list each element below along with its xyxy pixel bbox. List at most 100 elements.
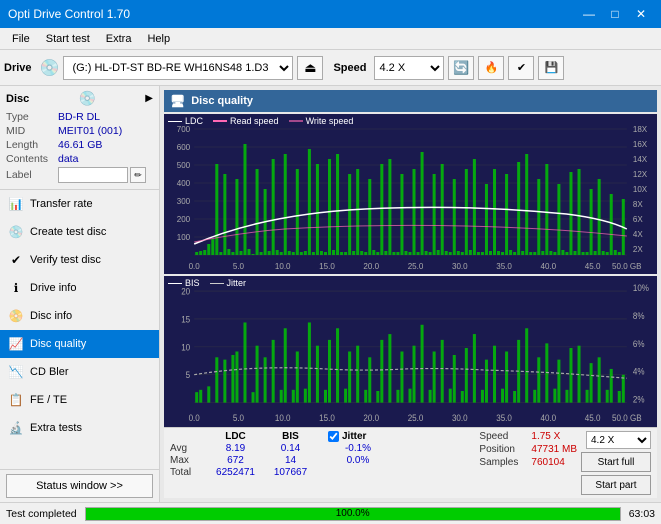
- jitter-header: Jitter: [342, 431, 366, 442]
- speed-select-stats[interactable]: 4.2 X: [586, 431, 651, 449]
- chart2-svg: 20 15 10 5 10% 8% 6% 4% 2% 0.0 5.0 10.0 …: [164, 276, 657, 427]
- svg-text:16X: 16X: [633, 140, 648, 149]
- status-bar: Test completed 100.0% 63:03: [0, 502, 661, 524]
- svg-text:6%: 6%: [633, 338, 645, 349]
- svg-text:12X: 12X: [633, 170, 648, 179]
- start-part-button[interactable]: Start part: [581, 475, 651, 495]
- svg-text:40.0: 40.0: [541, 413, 557, 424]
- disc-info-icon: 📀: [8, 308, 24, 324]
- chart-bis: BIS Jitter 20 15: [164, 276, 657, 427]
- progress-bar-container: 100.0%: [85, 507, 621, 521]
- nav-item-disc-quality[interactable]: 📈 Disc quality: [0, 330, 159, 358]
- avg-label: Avg: [170, 443, 208, 454]
- svg-text:15.0: 15.0: [319, 413, 335, 424]
- drive-info-icon: ℹ: [8, 280, 24, 296]
- nav-item-cd-bler[interactable]: 📉 CD Bler: [0, 358, 159, 386]
- position-value: 47731 MB: [531, 444, 577, 455]
- speed-select[interactable]: 4.2 X: [374, 56, 444, 80]
- nav-item-transfer-rate[interactable]: 📊 Transfer rate: [0, 190, 159, 218]
- length-value: 46.61 GB: [58, 139, 102, 151]
- maximize-button[interactable]: □: [603, 4, 627, 24]
- label-edit-button[interactable]: ✏: [130, 167, 146, 183]
- nav-label-drive-info: Drive info: [30, 282, 76, 294]
- verify-button[interactable]: ✔: [508, 56, 534, 80]
- nav-item-fe-te[interactable]: 📋 FE / TE: [0, 386, 159, 414]
- minimize-button[interactable]: —: [577, 4, 601, 24]
- drive-icon: 💿: [40, 58, 60, 78]
- charts-area: LDC Read speed Write speed: [164, 114, 657, 427]
- burn-button[interactable]: 🔥: [478, 56, 504, 80]
- legend-ldc: LDC: [168, 116, 203, 126]
- progress-text: 100.0%: [86, 508, 620, 520]
- fe-te-icon: 📋: [8, 392, 24, 408]
- type-label: Type: [6, 111, 58, 123]
- max-bis: 14: [263, 455, 318, 466]
- svg-text:5.0: 5.0: [233, 413, 244, 424]
- menu-start-test[interactable]: Start test: [38, 31, 98, 47]
- disc-quality-icon: 📈: [8, 336, 24, 352]
- svg-text:20.0: 20.0: [363, 413, 379, 424]
- avg-bis: 0.14: [263, 443, 318, 454]
- nav-label-disc-quality: Disc quality: [30, 338, 86, 350]
- drive-label: Drive: [4, 62, 32, 74]
- nav-items: 📊 Transfer rate 💿 Create test disc ✔ Ver…: [0, 190, 159, 469]
- svg-text:35.0: 35.0: [496, 262, 512, 271]
- ldc-header: LDC: [208, 431, 263, 442]
- svg-text:8X: 8X: [633, 200, 643, 209]
- stats-table: LDC BIS Jitter Avg 8.19 0.14 -0.1%: [170, 431, 467, 478]
- drive-select[interactable]: (G:) HL-DT-ST BD-RE WH16NS48 1.D3: [63, 56, 293, 80]
- elapsed-time: 63:03: [629, 508, 655, 520]
- contents-value[interactable]: data: [58, 153, 78, 165]
- nav-label-cd-bler: CD Bler: [30, 366, 69, 378]
- content-title-bar: 🖥 Disc quality: [164, 90, 657, 112]
- mid-value: MEIT01 (001): [58, 125, 122, 137]
- legend-write-speed: Write speed: [289, 116, 354, 126]
- svg-text:20.0: 20.0: [363, 262, 379, 271]
- close-button[interactable]: ✕: [629, 4, 653, 24]
- menu-file[interactable]: File: [4, 31, 38, 47]
- menu-help[interactable]: Help: [139, 31, 178, 47]
- svg-text:600: 600: [177, 143, 191, 152]
- nav-label-fe-te: FE / TE: [30, 394, 67, 406]
- label-input[interactable]: [58, 167, 128, 183]
- disc-section-title: Disc: [6, 93, 29, 105]
- speed-value: 1.75 X: [531, 431, 560, 442]
- left-panel: Disc 💿 ▶ Type BD-R DL MID MEIT01 (001) L…: [0, 86, 160, 502]
- chart2-legend: BIS Jitter: [168, 278, 246, 288]
- bis-header: BIS: [263, 431, 318, 442]
- svg-text:18X: 18X: [633, 125, 648, 134]
- nav-item-verify-test-disc[interactable]: ✔ Verify test disc: [0, 246, 159, 274]
- disc-section-icon: 💿: [79, 90, 96, 107]
- svg-text:30.0: 30.0: [452, 413, 468, 424]
- total-bis: 107667: [263, 467, 318, 478]
- nav-item-extra-tests[interactable]: 🔬 Extra tests: [0, 414, 159, 442]
- svg-text:5.0: 5.0: [233, 262, 245, 271]
- svg-text:4X: 4X: [633, 230, 643, 239]
- svg-text:0.0: 0.0: [189, 262, 201, 271]
- svg-text:4%: 4%: [633, 366, 645, 377]
- verify-test-disc-icon: ✔: [8, 252, 24, 268]
- start-full-button[interactable]: Start full: [581, 452, 651, 472]
- titlebar: Opti Drive Control 1.70 — □ ✕: [0, 0, 661, 28]
- max-jitter: 0.0%: [328, 455, 388, 466]
- mid-label: MID: [6, 125, 58, 137]
- save-button[interactable]: 💾: [538, 56, 564, 80]
- nav-item-disc-info[interactable]: 📀 Disc info: [0, 302, 159, 330]
- nav-item-create-test-disc[interactable]: 💿 Create test disc: [0, 218, 159, 246]
- refresh-button[interactable]: 🔄: [448, 56, 474, 80]
- samples-value: 760104: [531, 457, 564, 468]
- menu-extra[interactable]: Extra: [98, 31, 140, 47]
- length-label: Length: [6, 139, 58, 151]
- status-window-button[interactable]: Status window >>: [6, 474, 153, 498]
- jitter-checkbox[interactable]: [328, 431, 339, 442]
- svg-text:25.0: 25.0: [408, 413, 424, 424]
- disc-arrow-icon: ▶: [145, 93, 153, 104]
- legend-jitter: Jitter: [210, 278, 247, 288]
- position-row-label: Position: [479, 444, 527, 455]
- eject-button[interactable]: ⏏: [297, 56, 323, 80]
- svg-text:10X: 10X: [633, 185, 648, 194]
- samples-row-label: Samples: [479, 457, 527, 468]
- svg-text:0.0: 0.0: [189, 413, 200, 424]
- nav-item-drive-info[interactable]: ℹ Drive info: [0, 274, 159, 302]
- titlebar-controls: — □ ✕: [577, 4, 653, 24]
